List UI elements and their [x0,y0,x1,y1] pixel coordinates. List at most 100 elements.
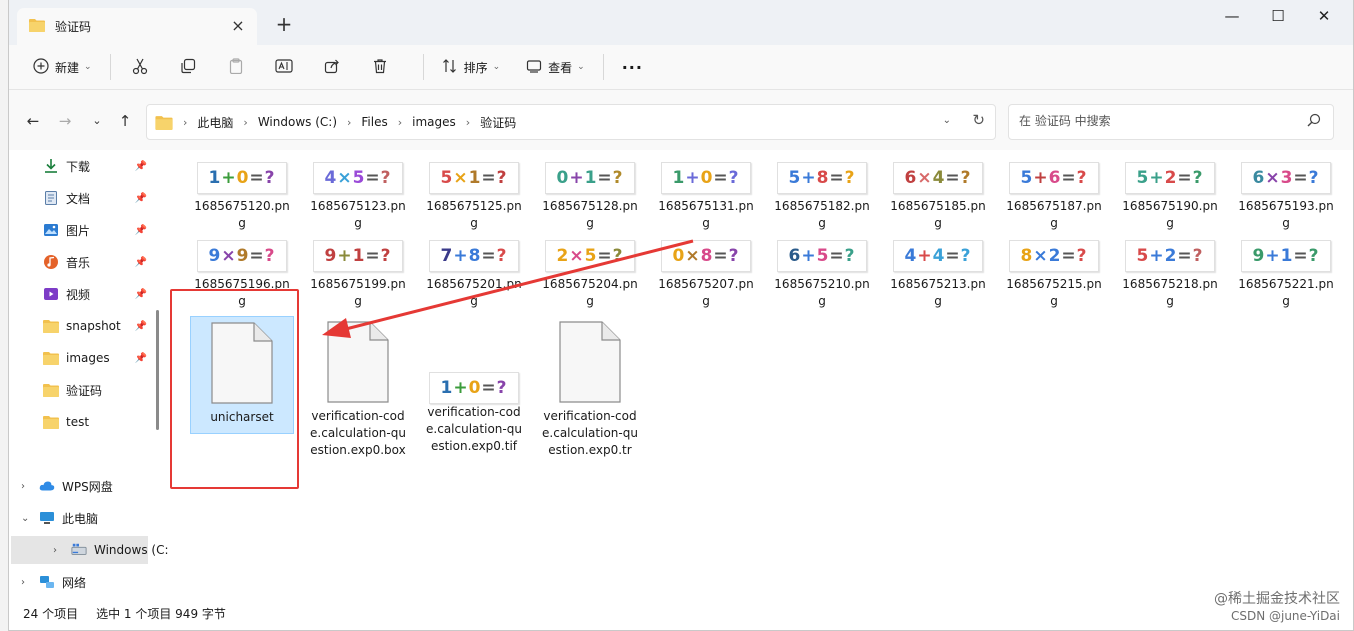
sidebar-item-quick-access[interactable]: 验证码 [9,376,149,404]
sidebar-item-quick-access[interactable]: images 📌 [9,344,149,372]
captcha-char: = [249,168,265,188]
tab-title: 验证码 [55,20,92,34]
sidebar-item-tree[interactable]: ⌄ 此电脑 [9,504,149,532]
more-options-button[interactable]: ··· [616,52,649,82]
captcha-char: 8 [468,246,482,266]
captcha-char: 8 [816,168,830,188]
file-item[interactable]: 5+8=? 1685675182.png [770,162,874,232]
sidebar-item-tree[interactable]: › WPS网盘 [9,472,149,500]
refresh-icon[interactable]: ↻ [972,111,985,129]
captcha-char: ? [380,246,392,266]
search-icon[interactable] [1307,113,1321,131]
file-item[interactable]: 2×5=? 1685675204.png [538,240,642,310]
sidebar-item-quick-access[interactable]: snapshot 📌 [9,312,149,340]
close-tab-icon[interactable]: × [229,17,247,35]
trash-icon [372,58,388,77]
captcha-char: = [945,168,961,188]
captcha-char: = [365,246,381,266]
search-box[interactable] [1008,104,1334,140]
chevron-right-icon: › [243,115,248,129]
cut-button[interactable] [123,52,157,82]
file-item[interactable]: 6×4=? 1685675185.png [886,162,990,232]
rename-button[interactable] [267,52,301,82]
sidebar-item-label: 视频 [66,287,91,302]
sidebar-item-quick-access[interactable]: 音乐 📌 [9,248,149,276]
captcha-char: × [221,246,237,266]
file-item[interactable]: 6×3=? 1685675193.png [1234,162,1338,232]
file-item[interactable]: 0+1=? 1685675128.png [538,162,642,232]
chevron-right-icon: › [183,115,188,129]
captcha-char: 6 [904,168,918,188]
chevron-down-icon[interactable]: ⌄ [943,115,951,126]
file-item[interactable]: 9+1=? 1685675199.png [306,240,410,310]
file-item[interactable]: 9+1=? 1685675221.png [1234,240,1338,310]
sort-button[interactable]: 排序 ⌄ [436,52,507,82]
watermark-line1: @稀土掘金技术社区 [1214,591,1340,607]
forward-button[interactable]: → [53,110,77,134]
copy-button[interactable] [171,52,205,82]
captcha-char: 2 [1164,246,1178,266]
close-window-button[interactable]: ✕ [1301,6,1347,28]
maximize-button[interactable]: ☐ [1255,6,1301,28]
captcha-char: × [917,168,933,188]
file-item[interactable]: 5+2=? 1685675218.png [1118,240,1222,310]
breadcrumb-images[interactable]: images [412,115,456,129]
drive-icon [71,542,87,558]
file-item[interactable]: 8×2=? 1685675215.png [1002,240,1106,310]
sidebar-item-quick-access[interactable]: 下载 📌 [9,152,149,180]
minimize-button[interactable]: — [1209,6,1255,28]
captcha-char: 2 [556,246,570,266]
file-item[interactable]: 1+0=? 1685675131.png [654,162,758,232]
new-button[interactable]: 新建 ⌄ [27,52,98,82]
sidebar-item-tree[interactable]: › Windows (C: [11,536,168,564]
file-item[interactable]: 7+8=? 1685675201.png [422,240,526,310]
paste-button[interactable] [219,52,253,82]
sidebar-item-quick-access[interactable]: 视频 📌 [9,280,149,308]
breadcrumb-windows-c[interactable]: Windows (C:) [258,115,337,129]
file-item[interactable]: 0×8=? 1685675207.png [654,240,758,310]
new-tab-button[interactable]: + [273,14,295,36]
view-button[interactable]: 查看 ⌄ [520,52,591,82]
sidebar-scrollbar[interactable] [156,310,159,430]
breadcrumb-files[interactable]: Files [361,115,387,129]
captcha-char: 4 [932,246,946,266]
chevron-right-icon[interactable]: › [21,577,25,588]
search-input[interactable] [1019,114,1289,128]
sidebar-item-quick-access[interactable]: 图片 📌 [9,216,149,244]
captcha-char: 8 [1020,246,1034,266]
captcha-thumbnail: 6+5=? [777,240,867,272]
captcha-thumbnail: 9+1=? [313,240,403,272]
captcha-char: ? [612,246,624,266]
delete-button[interactable] [363,52,397,82]
copy-icon [180,58,196,77]
file-item[interactable]: 1+0=? 1685675120.png [190,162,294,232]
file-item[interactable]: 5×1=? 1685675125.png [422,162,526,232]
sidebar-item-quick-access[interactable]: test [9,408,149,436]
back-button[interactable]: ← [21,110,45,134]
file-item-image[interactable]: 1+0=? verification-code.calculation-quest… [422,320,526,455]
file-item[interactable]: 5+6=? 1685675187.png [1002,162,1106,232]
address-bar[interactable]: › 此电脑 › Windows (C:) › Files › images › … [146,104,996,140]
folder-icon [43,350,59,366]
file-item[interactable]: 5+2=? 1685675190.png [1118,162,1222,232]
breadcrumb-verification-code[interactable]: 验证码 [480,114,516,131]
command-bar: 新建 ⌄ 排序 ⌄ 查看 ⌄ ··· [9,45,1353,90]
sidebar-item-quick-access[interactable]: 文档 📌 [9,184,149,212]
file-item[interactable]: 4×5=? 1685675123.png [306,162,410,232]
recent-locations-button[interactable]: ⌄ [85,110,109,134]
chevron-down-icon[interactable]: ⌄ [21,513,29,524]
captcha-char: = [597,168,613,188]
tab-verification-code[interactable]: 验证码 × [17,8,257,45]
chevron-right-icon[interactable]: › [53,545,57,556]
sidebar-item-tree[interactable]: › 网络 [9,568,149,596]
up-button[interactable]: ↑ [113,110,137,134]
file-item-document[interactable]: verification-code.calculation-question.e… [538,320,642,459]
pictures-icon [43,222,59,238]
share-button[interactable] [315,52,349,82]
chevron-right-icon[interactable]: › [21,481,25,492]
breadcrumb-this-pc[interactable]: 此电脑 [197,114,233,131]
captcha-char: ? [496,246,508,266]
file-item-document[interactable]: verification-code.calculation-question.e… [306,320,410,459]
file-item[interactable]: 6+5=? 1685675210.png [770,240,874,310]
file-item[interactable]: 4+4=? 1685675213.png [886,240,990,310]
